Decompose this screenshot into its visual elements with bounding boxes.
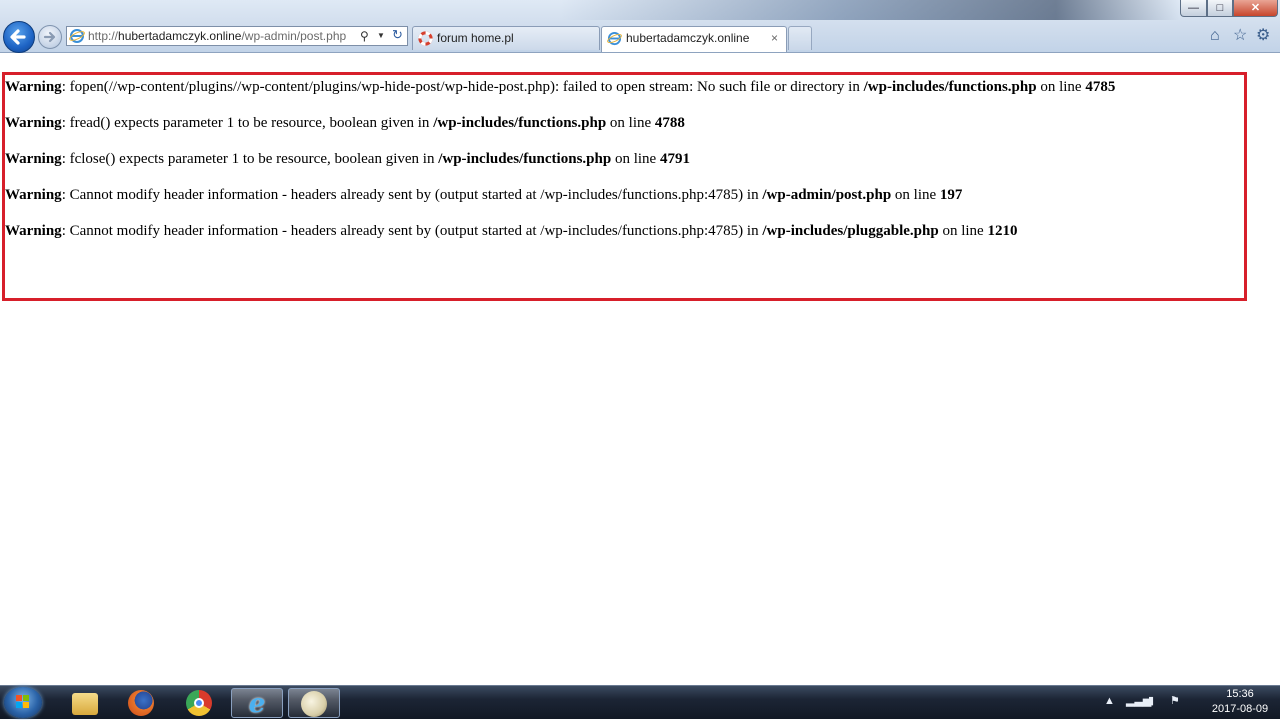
warning-message: : Cannot modify header information - hea… (61, 223, 763, 239)
chevron-down-icon[interactable]: ▼ (377, 27, 385, 45)
url-path: /wp-admin/post.php (241, 29, 347, 43)
windows-taskbar: e ▲ ▂▃▅ ▮ ⚑ 15:36 2017-08-09 (0, 685, 1280, 719)
forward-arrow-icon (43, 31, 56, 43)
forward-button[interactable] (38, 25, 62, 49)
warning-file: /wp-admin/post.php (762, 187, 892, 203)
warning-file: /wp-includes/pluggable.php (762, 223, 939, 239)
action-center-flag-icon[interactable]: ⚑ (1170, 694, 1180, 708)
gear-icon[interactable]: ⚙ (1256, 27, 1270, 45)
page-ie-icon (607, 31, 622, 46)
taskbar-paint[interactable] (288, 688, 340, 718)
warning-line: Warning: Cannot modify header informatio… (5, 223, 1017, 240)
page-ie-icon (69, 29, 85, 43)
browser-toolbar: — □ ✕ http://hubertadamczyk.online/wp-ad… (0, 0, 1280, 53)
system-tray: ▲ ▂▃▅ ▮ ⚑ 15:36 2017-08-09 (1100, 686, 1280, 720)
show-hidden-icons-icon[interactable]: ▲ (1104, 694, 1115, 708)
title-bar-glass (560, 0, 1180, 20)
address-bar[interactable]: http://hubertadamczyk.online/wp-admin/po… (66, 26, 408, 46)
tab-label: hubertadamczyk.online (626, 31, 750, 45)
warning-line-number: 4785 (1085, 79, 1116, 95)
tab-hubertadamczyk[interactable]: hubertadamczyk.online × (601, 26, 787, 52)
taskbar-chrome[interactable] (174, 688, 226, 718)
power-icon[interactable]: ▮ (1148, 694, 1154, 708)
warning-message: : Cannot modify header information - hea… (61, 187, 763, 203)
tab-forum-home[interactable]: forum home.pl (412, 26, 600, 50)
warning-line-prefix: on line (938, 223, 988, 239)
refresh-icon[interactable]: ↻ (392, 26, 403, 44)
taskbar-internet-explorer[interactable]: e (231, 688, 283, 718)
warning-message: : fclose() expects parameter 1 to be res… (61, 151, 439, 167)
warning-line-number: 4791 (659, 151, 690, 167)
back-button[interactable] (3, 21, 35, 53)
warning-label: Warning (5, 151, 62, 167)
clock-time[interactable]: 15:36 (1210, 688, 1270, 700)
warning-file: /wp-includes/functions.php (433, 115, 607, 131)
warning-message: : fopen(//wp-content/plugins//wp-content… (61, 79, 864, 95)
windows-logo-icon (16, 695, 29, 708)
new-tab-button[interactable] (788, 26, 812, 50)
start-button[interactable] (4, 687, 42, 718)
address-url: http://hubertadamczyk.online/wp-admin/po… (88, 27, 346, 45)
firefox-icon (128, 690, 154, 716)
taskbar-firefox[interactable] (116, 688, 168, 718)
warning-line-number: 4788 (654, 115, 685, 131)
warning-message: : fread() expects parameter 1 to be reso… (61, 115, 434, 131)
url-scheme: http:// (88, 29, 119, 43)
lifebuoy-icon (418, 31, 433, 46)
warning-line-prefix: on line (611, 151, 660, 167)
back-arrow-icon (10, 29, 26, 45)
home-icon[interactable]: ⌂ (1210, 27, 1220, 45)
warning-line: Warning: Cannot modify header informatio… (5, 187, 962, 204)
maximize-button[interactable]: □ (1207, 0, 1233, 17)
internet-explorer-icon: e (248, 689, 266, 719)
warning-line-prefix: on line (606, 115, 655, 131)
warning-line-number: 1210 (987, 223, 1018, 239)
warning-line: Warning: fread() expects parameter 1 to … (5, 115, 685, 132)
warning-label: Warning (5, 223, 62, 239)
close-tab-icon[interactable]: × (771, 27, 778, 49)
warning-label: Warning (5, 187, 62, 203)
search-icon[interactable]: ⚲ (360, 27, 369, 45)
url-host: hubertadamczyk.online (118, 29, 242, 43)
tab-label: forum home.pl (437, 31, 514, 45)
warning-label: Warning (5, 115, 62, 131)
paint-icon (301, 691, 327, 717)
warning-label: Warning (5, 79, 62, 95)
clock-date[interactable]: 2017-08-09 (1198, 703, 1280, 715)
close-window-button[interactable]: ✕ (1233, 0, 1278, 17)
favorites-star-icon[interactable]: ☆ (1233, 27, 1247, 45)
file-explorer-icon (72, 693, 98, 715)
warning-line: Warning: fopen(//wp-content/plugins//wp-… (5, 79, 1115, 96)
warning-line: Warning: fclose() expects parameter 1 to… (5, 151, 690, 168)
warning-line-prefix: on line (1036, 79, 1086, 95)
warning-line-prefix: on line (891, 187, 940, 203)
warning-line-number: 197 (939, 187, 963, 203)
page-content: Warning: fopen(//wp-content/plugins//wp-… (0, 53, 1280, 685)
warning-file: /wp-includes/functions.php (438, 151, 612, 167)
taskbar-file-explorer[interactable] (60, 688, 112, 718)
warning-file: /wp-includes/functions.php (863, 79, 1037, 95)
chrome-icon (186, 690, 212, 716)
minimize-button[interactable]: — (1180, 0, 1207, 17)
